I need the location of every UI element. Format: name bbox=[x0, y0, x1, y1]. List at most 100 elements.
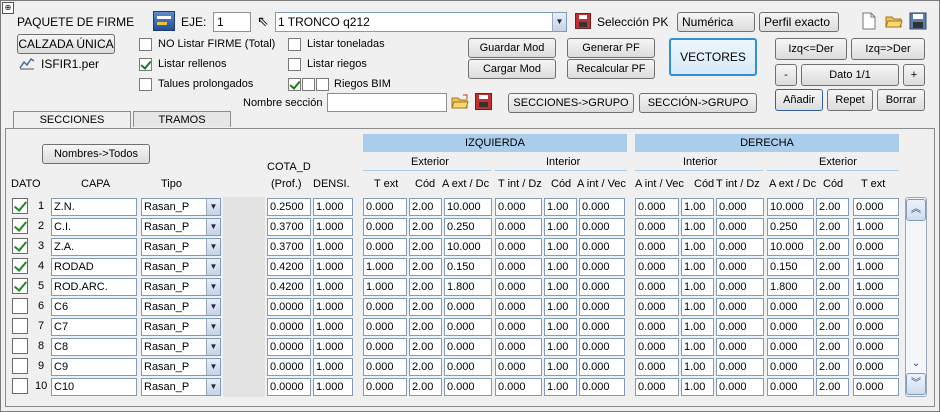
value-input[interactable]: 0.000 bbox=[444, 318, 492, 336]
tipo-select[interactable]: Rasan_P ▼ bbox=[141, 218, 221, 236]
chevron-down-icon[interactable]: ▼ bbox=[206, 339, 220, 355]
talues-prolongados-checkbox[interactable] bbox=[139, 78, 152, 91]
save-icon[interactable] bbox=[909, 12, 927, 30]
cota-input[interactable]: 0.4200 bbox=[267, 278, 311, 296]
value-input[interactable]: 0.000 bbox=[767, 298, 814, 316]
value-input[interactable]: 2.00 bbox=[816, 298, 849, 316]
value-input[interactable]: 0.000 bbox=[853, 318, 899, 336]
vectores-button[interactable]: VECTORES bbox=[669, 38, 757, 76]
value-input[interactable]: 0.000 bbox=[853, 238, 899, 256]
value-input[interactable]: 0.250 bbox=[444, 218, 492, 236]
chevron-down-icon[interactable]: ▼ bbox=[206, 299, 220, 315]
value-input[interactable]: 0.000 bbox=[495, 278, 542, 296]
cota-input[interactable]: 0.3700 bbox=[267, 218, 311, 236]
tab-secciones[interactable]: SECCIONES bbox=[13, 111, 131, 129]
chevron-down-icon[interactable]: ▼ bbox=[206, 199, 220, 215]
value-input[interactable]: 0.000 bbox=[635, 238, 679, 256]
tipo-select[interactable]: Rasan_P ▼ bbox=[141, 298, 221, 316]
seleccion-pk-label[interactable]: Selección PK bbox=[597, 15, 668, 29]
value-input[interactable]: 0.000 bbox=[495, 198, 542, 216]
capa-input[interactable]: C.I. bbox=[51, 218, 137, 236]
chevron-down-icon[interactable]: ▼ bbox=[552, 13, 566, 31]
value-input[interactable]: 0.000 bbox=[716, 258, 764, 276]
value-input[interactable]: 0.000 bbox=[716, 298, 764, 316]
value-input[interactable]: 0.000 bbox=[495, 378, 542, 396]
chevron-down-icon[interactable]: ▼ bbox=[206, 279, 220, 295]
value-input[interactable]: 0.000 bbox=[444, 338, 492, 356]
densi-input[interactable]: 1.000 bbox=[313, 358, 353, 376]
value-input[interactable]: 2.00 bbox=[409, 238, 442, 256]
value-input[interactable]: 2.00 bbox=[816, 358, 849, 376]
value-input[interactable]: 0.000 bbox=[635, 218, 679, 236]
value-input[interactable]: 0.000 bbox=[363, 378, 407, 396]
value-input[interactable]: 1.800 bbox=[444, 278, 492, 296]
value-input[interactable]: 0.000 bbox=[716, 358, 764, 376]
value-input[interactable]: 1.00 bbox=[544, 218, 577, 236]
value-input[interactable]: 0.000 bbox=[579, 258, 625, 276]
value-input[interactable]: 0.000 bbox=[853, 338, 899, 356]
densi-input[interactable]: 1.000 bbox=[313, 278, 353, 296]
scroll-end-icon[interactable]: ⌄ bbox=[907, 357, 925, 371]
save-pk-icon[interactable] bbox=[575, 13, 591, 29]
row-checkbox[interactable] bbox=[12, 278, 28, 294]
value-input[interactable]: 2.00 bbox=[816, 318, 849, 336]
value-input[interactable]: 0.000 bbox=[767, 338, 814, 356]
value-input[interactable]: 0.000 bbox=[495, 258, 542, 276]
value-input[interactable]: 1.000 bbox=[853, 258, 899, 276]
value-input[interactable]: 0.250 bbox=[767, 218, 814, 236]
chevron-down-icon[interactable]: ▼ bbox=[206, 239, 220, 255]
capa-input[interactable]: C8 bbox=[51, 338, 137, 356]
izq-der-copy-button[interactable]: Izq=>Der bbox=[851, 38, 925, 60]
value-input[interactable]: 2.00 bbox=[816, 218, 849, 236]
value-input[interactable]: 1.00 bbox=[544, 338, 577, 356]
row-checkbox[interactable] bbox=[12, 298, 28, 314]
densi-input[interactable]: 1.000 bbox=[313, 378, 353, 396]
chevron-down-icon[interactable]: ▼ bbox=[206, 259, 220, 275]
value-input[interactable]: 1.00 bbox=[681, 298, 714, 316]
value-input[interactable]: 1.00 bbox=[681, 198, 714, 216]
value-input[interactable]: 0.000 bbox=[495, 338, 542, 356]
value-input[interactable]: 0.000 bbox=[716, 378, 764, 396]
value-input[interactable]: 0.000 bbox=[767, 378, 814, 396]
perfil-exacto-button[interactable]: Perfil exacto bbox=[759, 12, 839, 32]
value-input[interactable]: 2.00 bbox=[409, 198, 442, 216]
cota-input[interactable]: 0.0000 bbox=[267, 338, 311, 356]
value-input[interactable]: 0.000 bbox=[363, 238, 407, 256]
row-checkbox[interactable] bbox=[12, 198, 28, 214]
value-input[interactable]: 1.00 bbox=[681, 258, 714, 276]
chevron-down-icon[interactable]: ▼ bbox=[206, 219, 220, 235]
value-input[interactable]: 2.00 bbox=[409, 278, 442, 296]
value-input[interactable]: 2.00 bbox=[816, 278, 849, 296]
listar-toneladas-checkbox[interactable] bbox=[288, 38, 301, 51]
new-file-icon[interactable] bbox=[861, 12, 877, 30]
anadir-button[interactable]: Añadir bbox=[775, 89, 823, 111]
value-input[interactable]: 0.000 bbox=[363, 298, 407, 316]
value-input[interactable]: 0.000 bbox=[853, 298, 899, 316]
scroll-down-icon[interactable]: ︾ bbox=[906, 373, 926, 395]
tipo-select[interactable]: Rasan_P ▼ bbox=[141, 338, 221, 356]
value-input[interactable]: 0.000 bbox=[635, 338, 679, 356]
row-checkbox[interactable] bbox=[12, 338, 28, 354]
value-input[interactable]: 0.000 bbox=[579, 298, 625, 316]
capa-input[interactable]: Z.A. bbox=[51, 238, 137, 256]
value-input[interactable]: 2.00 bbox=[816, 378, 849, 396]
value-input[interactable]: 1.00 bbox=[544, 378, 577, 396]
value-input[interactable]: 0.000 bbox=[635, 298, 679, 316]
value-input[interactable]: 1.00 bbox=[681, 378, 714, 396]
open-folder-icon[interactable] bbox=[451, 93, 469, 111]
chevron-down-icon[interactable]: ▼ bbox=[206, 319, 220, 335]
value-input[interactable]: 2.00 bbox=[409, 298, 442, 316]
repet-button[interactable]: Repet bbox=[827, 89, 873, 111]
value-input[interactable]: 0.000 bbox=[635, 318, 679, 336]
capa-input[interactable]: Z.N. bbox=[51, 198, 137, 216]
value-input[interactable]: 0.000 bbox=[495, 238, 542, 256]
value-input[interactable]: 0.000 bbox=[579, 218, 625, 236]
value-input[interactable]: 2.00 bbox=[409, 258, 442, 276]
capa-input[interactable]: ROD.ARC. bbox=[51, 278, 137, 296]
tipo-select[interactable]: Rasan_P ▼ bbox=[141, 318, 221, 336]
value-input[interactable]: 0.000 bbox=[635, 258, 679, 276]
value-input[interactable]: 0.000 bbox=[635, 198, 679, 216]
save-seccion-icon[interactable] bbox=[475, 93, 492, 110]
value-input[interactable]: 0.000 bbox=[853, 198, 899, 216]
guardar-mod-button[interactable]: Guardar Mod bbox=[468, 38, 556, 58]
